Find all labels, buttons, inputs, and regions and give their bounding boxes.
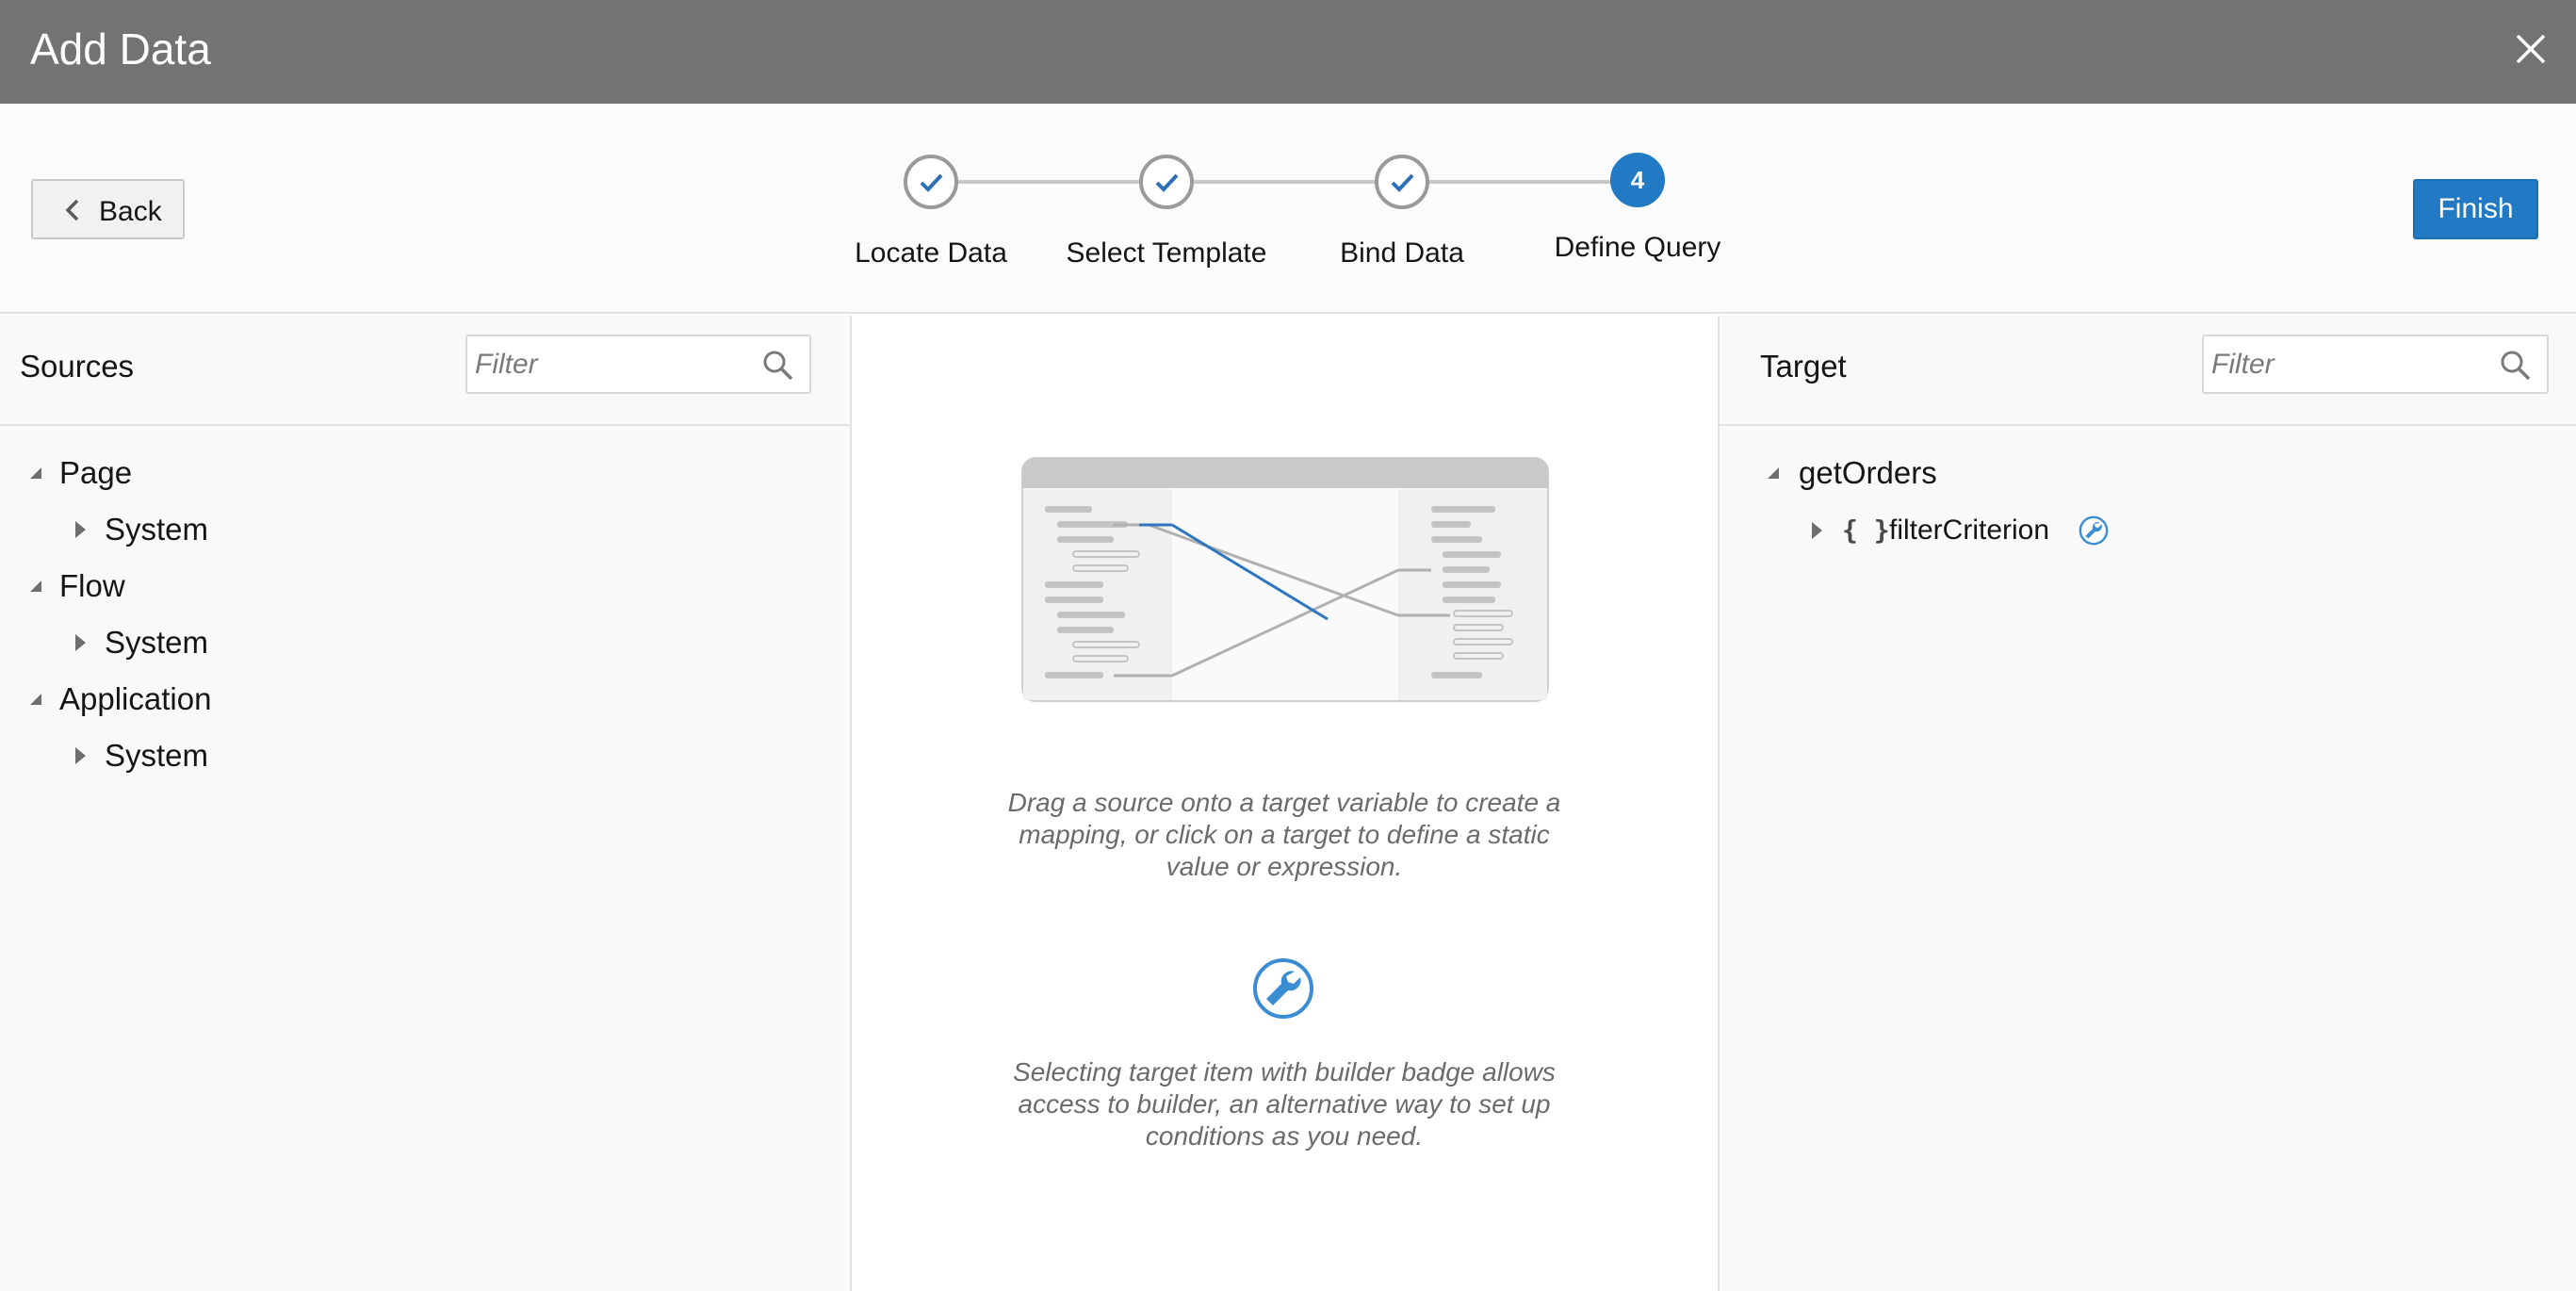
tree-node-label: filterCriterion bbox=[1889, 515, 2050, 546]
tree-node-flow[interactable]: Flow bbox=[24, 563, 401, 610]
tree-node-page-system[interactable]: System bbox=[70, 506, 447, 553]
mapping-hint-text: Drag a source onto a target variable to … bbox=[1007, 788, 1561, 881]
mapping-illustration bbox=[1021, 457, 1549, 702]
expand-triangle-icon[interactable] bbox=[70, 744, 92, 767]
collapse-triangle-icon[interactable] bbox=[24, 575, 47, 597]
target-header: Target bbox=[1720, 316, 2576, 426]
close-icon[interactable] bbox=[2512, 30, 2550, 68]
step-completed-circle bbox=[904, 155, 958, 209]
builder-badge-icon bbox=[1253, 958, 1313, 1019]
tree-node-page[interactable]: Page bbox=[24, 449, 401, 497]
object-type-braces-icon: { } bbox=[1842, 515, 1890, 546]
tree-node-label: Application bbox=[59, 681, 212, 716]
expand-triangle-icon[interactable] bbox=[1806, 519, 1829, 542]
collapse-triangle-icon[interactable] bbox=[1762, 462, 1785, 484]
sources-filter-input[interactable] bbox=[475, 346, 751, 384]
chevron-left-icon bbox=[65, 199, 79, 221]
tree-node-filtercriterion[interactable]: { } filterCriterion bbox=[1806, 507, 2277, 554]
tree-node-label: getOrders bbox=[1799, 455, 1937, 490]
tree-node-label: System bbox=[105, 512, 209, 547]
tree-node-label: System bbox=[105, 738, 209, 773]
sources-header: Sources bbox=[0, 316, 850, 426]
builder-hint-text: Selecting target item with builder badge… bbox=[1013, 1057, 1556, 1151]
tree-node-label: Page bbox=[59, 455, 133, 490]
back-button[interactable]: Back bbox=[31, 179, 185, 239]
sources-title: Sources bbox=[20, 349, 135, 384]
tree-node-label: System bbox=[105, 625, 209, 660]
tree-node-application-system[interactable]: System bbox=[70, 732, 447, 779]
tree-node-application[interactable]: Application bbox=[24, 676, 401, 723]
tree-node-label: Flow bbox=[59, 568, 125, 603]
step-current-circle: 4 bbox=[1610, 153, 1665, 207]
tree-node-getorders[interactable]: getOrders bbox=[1762, 449, 2233, 497]
sources-panel: Sources Page System Flow System Applicat… bbox=[0, 316, 850, 1291]
target-filter bbox=[2202, 335, 2549, 394]
search-icon[interactable] bbox=[2500, 350, 2532, 382]
target-filter-input[interactable] bbox=[2211, 346, 2488, 384]
expand-triangle-icon[interactable] bbox=[70, 518, 92, 541]
step-label: Define Query bbox=[1554, 232, 1721, 263]
back-button-label: Back bbox=[99, 196, 162, 227]
checkmark-icon bbox=[1391, 173, 1414, 192]
collapse-triangle-icon[interactable] bbox=[24, 688, 47, 711]
collapse-triangle-icon[interactable] bbox=[24, 462, 47, 484]
train-step-define-query[interactable]: 4 Define Query bbox=[1496, 153, 1779, 275]
step-train-bar: Back Locate Data Select Template Bind Da… bbox=[0, 104, 2576, 314]
dialog-title: Add Data bbox=[30, 25, 211, 74]
checkmark-icon bbox=[920, 173, 943, 192]
checkmark-icon bbox=[1155, 173, 1179, 192]
finish-button[interactable]: Finish bbox=[2413, 179, 2538, 239]
step-completed-circle bbox=[1375, 155, 1429, 209]
step-completed-circle bbox=[1139, 155, 1194, 209]
sources-filter bbox=[465, 335, 811, 394]
target-title: Target bbox=[1760, 349, 1847, 384]
builder-badge-icon[interactable] bbox=[2078, 515, 2110, 547]
tree-node-flow-system[interactable]: System bbox=[70, 619, 447, 666]
expand-triangle-icon[interactable] bbox=[70, 631, 92, 654]
dialog-titlebar: Add Data bbox=[0, 0, 2576, 104]
mapping-help-panel: Drag a source onto a target variable to … bbox=[852, 316, 1718, 1291]
search-icon[interactable] bbox=[762, 350, 794, 382]
target-panel: Target getOrders { } filterCriterion bbox=[1720, 316, 2576, 1291]
